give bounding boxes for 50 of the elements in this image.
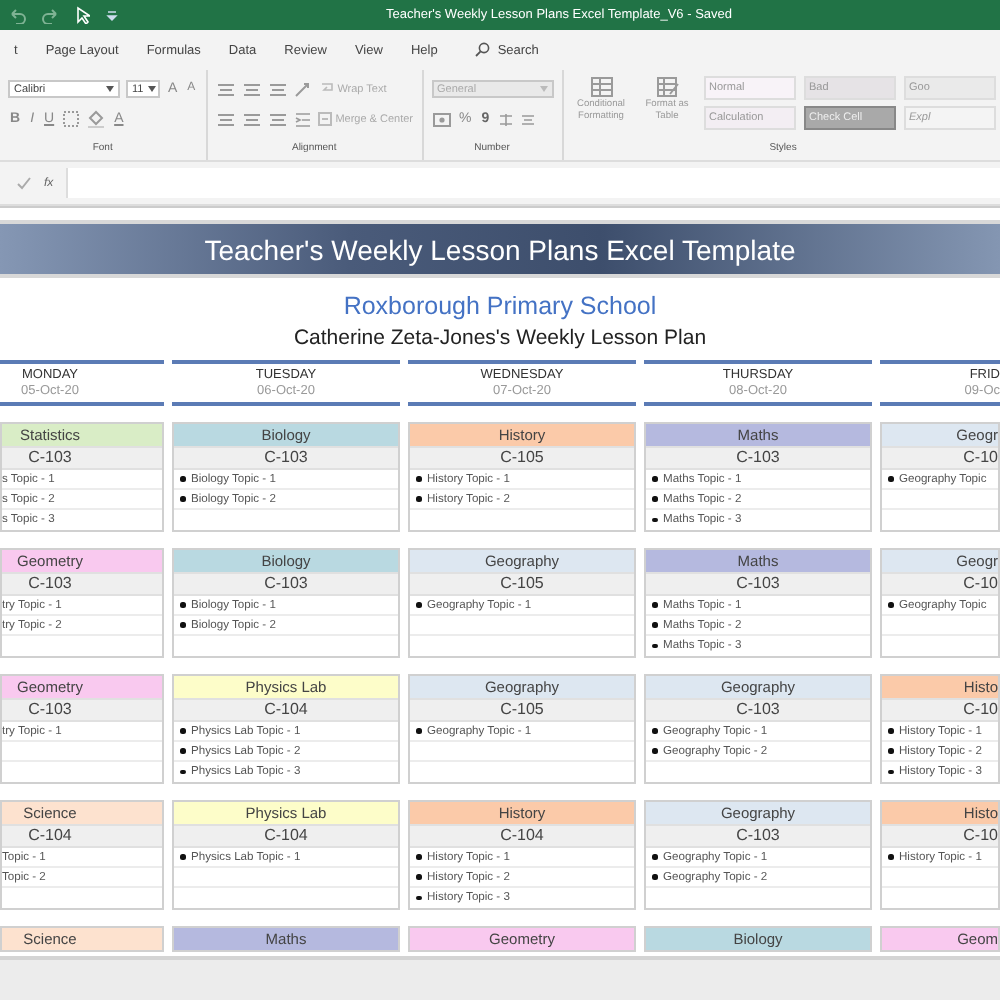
decrease-decimal-icon[interactable] [519, 111, 536, 127]
fill-color-icon[interactable] [86, 110, 107, 128]
enter-check-icon[interactable] [16, 176, 32, 190]
room-cell: C-10 [882, 824, 998, 848]
table-brush-icon [655, 76, 680, 98]
merge-icon [317, 112, 332, 126]
plan-title: Catherine Zeta-Jones's Weekly Lesson Plan [291, 326, 709, 350]
room-cell: C-103 [646, 824, 870, 848]
align-left-icon[interactable] [215, 111, 236, 127]
border-icon[interactable] [62, 110, 81, 128]
indent-icon[interactable] [293, 111, 312, 127]
room-cell: C-105 [410, 572, 634, 596]
undo-icon[interactable] [8, 7, 26, 23]
currency-icon[interactable] [431, 111, 452, 127]
room-cell: C-104 [174, 824, 398, 848]
room-cell: C-105 [410, 698, 634, 722]
align-right-icon[interactable] [267, 111, 288, 127]
school-name: Roxborough Primary School [341, 292, 659, 320]
increase-decimal-icon[interactable] [497, 111, 514, 127]
align-middle-icon[interactable] [241, 81, 262, 97]
align-bottom-icon[interactable] [267, 81, 288, 97]
orientation-icon[interactable] [293, 81, 314, 97]
room-cell: C-103 [174, 446, 398, 470]
room-cell: C-104 [2, 824, 162, 848]
align-center-icon[interactable] [241, 111, 262, 127]
align-top-icon[interactable] [215, 81, 236, 97]
room-cell: C-103 [646, 572, 870, 596]
room-cell: C-103 [646, 698, 870, 722]
table-grid-icon [589, 76, 614, 98]
room-cell: C-104 [174, 698, 398, 722]
room-cell: C-103 [174, 572, 398, 596]
caret-icon [147, 86, 156, 92]
caret-icon [539, 86, 548, 92]
pointer-icon[interactable] [76, 6, 90, 24]
formula-input[interactable] [65, 168, 1000, 198]
room-cell: C-10 [882, 572, 998, 596]
search-icon [473, 42, 490, 58]
customize-icon[interactable] [106, 9, 118, 21]
room-cell: C-104 [410, 824, 634, 848]
room-cell: C-103 [2, 698, 162, 722]
room-cell: C-105 [410, 446, 634, 470]
room-cell: C-10 [882, 698, 998, 722]
redo-icon[interactable] [42, 7, 60, 23]
room-cell: C-103 [2, 572, 162, 596]
wrap-icon [319, 82, 334, 96]
title-banner: Teacher's Weekly Lesson Plans Excel Template [0, 220, 1000, 278]
room-cell: C-103 [2, 446, 162, 470]
caret-icon [106, 86, 114, 92]
room-cell: C-103 [646, 446, 870, 470]
room-cell: C-10 [882, 446, 998, 470]
